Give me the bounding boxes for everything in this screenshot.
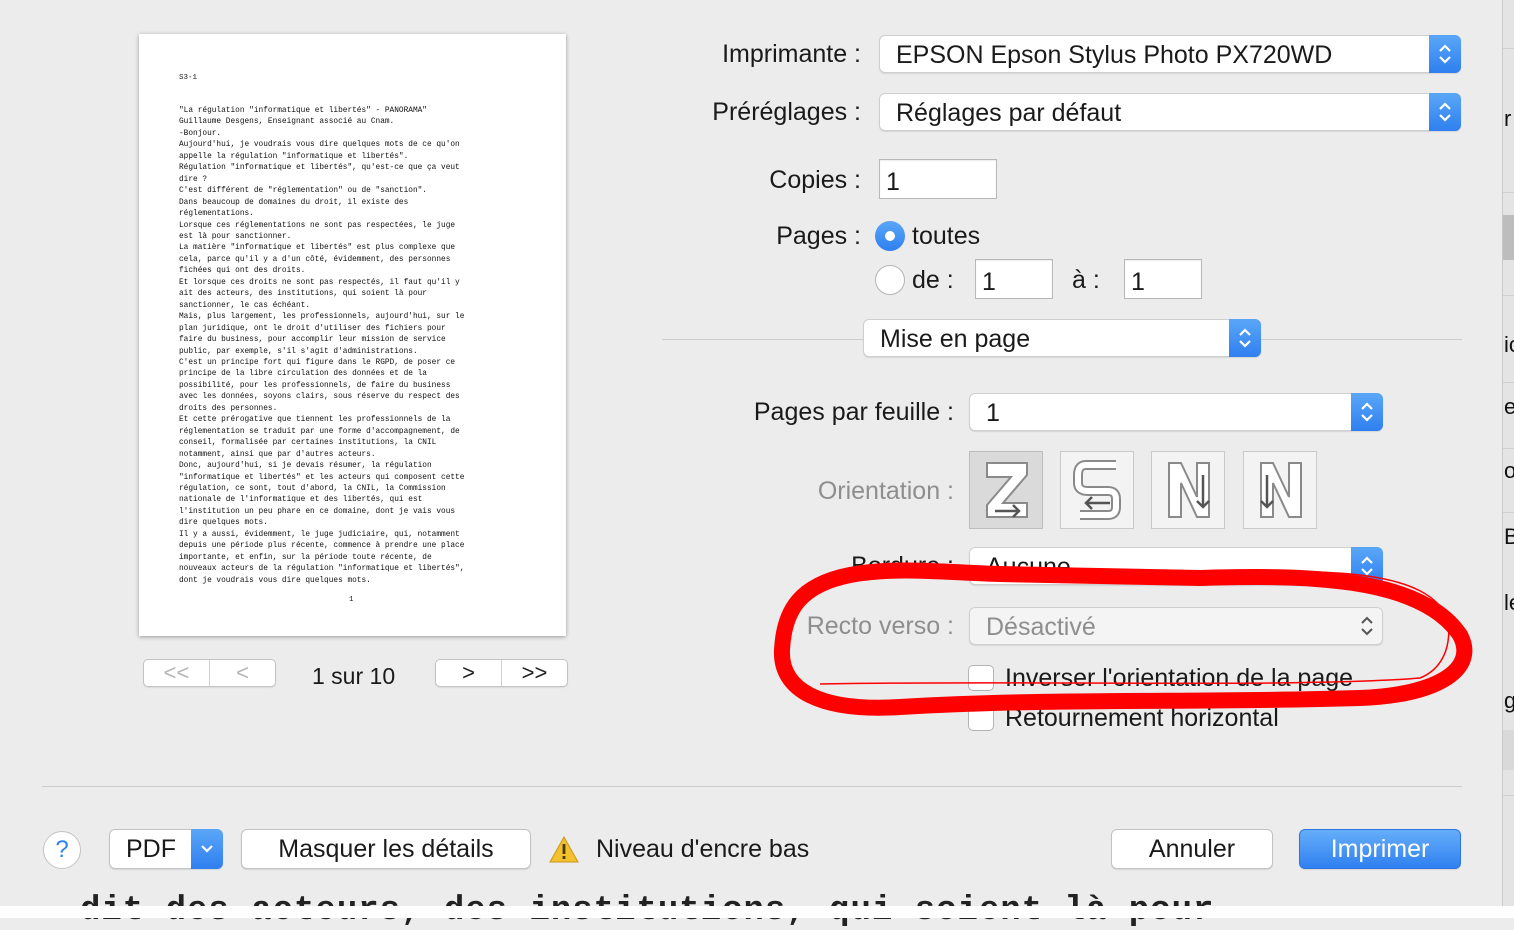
pdf-label: PDF xyxy=(126,834,176,863)
warning-icon xyxy=(549,836,579,863)
ink-warning-text: Niveau d'encre bas xyxy=(596,835,810,863)
hide-details-button[interactable]: Masquer les détails xyxy=(241,829,531,869)
print-button[interactable]: Imprimer xyxy=(1299,829,1461,869)
red-annotation-ellipse xyxy=(773,562,1473,716)
help-button[interactable]: ? xyxy=(43,831,81,869)
chevron-down-icon xyxy=(191,829,223,869)
cancel-button[interactable]: Annuler xyxy=(1111,829,1273,869)
pdf-menu-button[interactable]: PDF xyxy=(109,829,223,869)
footer-separator xyxy=(42,786,1462,787)
